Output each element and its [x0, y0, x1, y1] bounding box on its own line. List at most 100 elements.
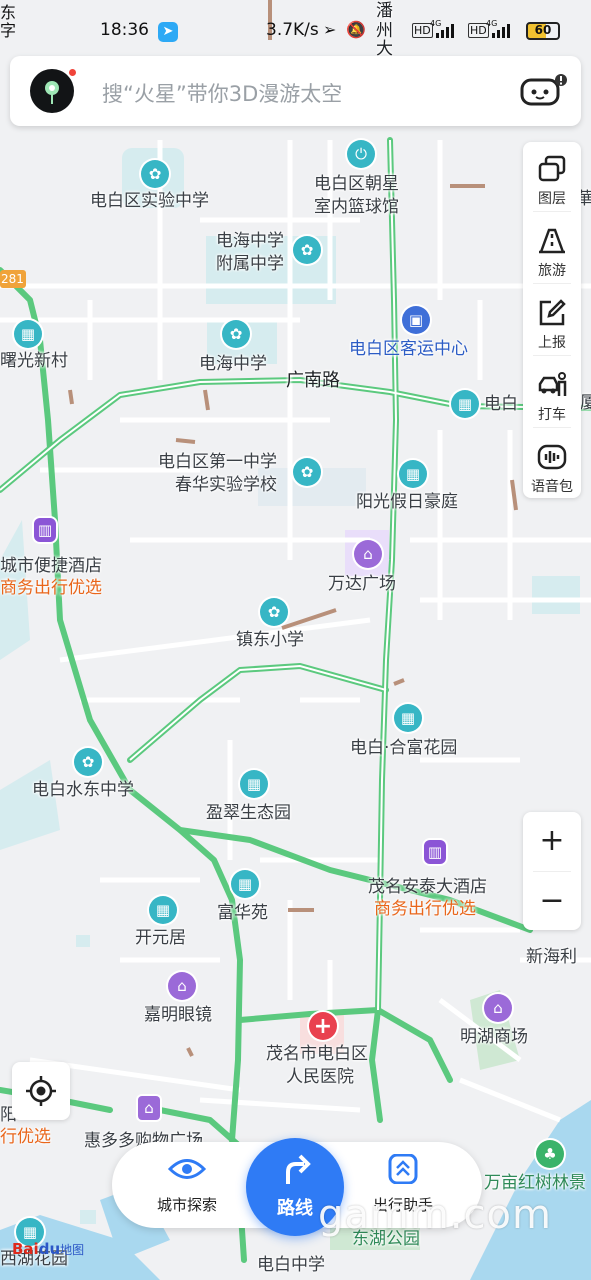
layers-label: 图层	[538, 191, 566, 207]
school-icon[interactable]: ✿	[293, 458, 321, 486]
shopping-bag-icon[interactable]: ⌂	[354, 540, 382, 568]
label-left-you[interactable]: 行优选	[0, 1126, 51, 1148]
bus-station-icon[interactable]: ▣	[402, 306, 430, 334]
map-toolbar: 图层 旅游 上报 打车 语音包	[523, 142, 581, 498]
label-diyi-2[interactable]: 春华实验学校	[175, 474, 277, 496]
school-icon[interactable]: ✿	[222, 320, 250, 348]
label-fuhua[interactable]: 富华苑	[217, 902, 268, 924]
robot-assistant-icon[interactable]	[519, 74, 567, 108]
avatar[interactable]	[30, 67, 78, 113]
label-antai[interactable]: 茂名安泰大酒店	[368, 876, 487, 898]
svg-text:4G: 4G	[486, 19, 497, 28]
residence-icon[interactable]: ▦	[394, 704, 422, 732]
label-dianbai-cut[interactable]: 电白	[484, 393, 518, 415]
school-icon[interactable]: ✿	[74, 748, 102, 776]
search-bar[interactable]: 搜“火星”带你3D漫游太空	[10, 56, 581, 126]
layers-button[interactable]: 图层	[523, 142, 581, 212]
assistant-chevron-icon	[388, 1153, 418, 1185]
label-fushu-1[interactable]: 电海中学	[216, 230, 284, 252]
label-right-cut2[interactable]: 厦	[580, 392, 591, 414]
logo-map: 地图	[60, 1243, 85, 1257]
signal-icon-1: 4G	[430, 18, 458, 45]
residence-icon[interactable]: ▦	[14, 320, 42, 348]
hotel-icon[interactable]: ▥	[424, 840, 446, 864]
zoom-in-button[interactable]: +	[523, 812, 581, 870]
label-hospital-1[interactable]: 茂名市电白区	[266, 1043, 368, 1065]
school-icon[interactable]: ✿	[293, 236, 321, 264]
label-dianbai-middle[interactable]: 电白中学	[257, 1254, 325, 1276]
zoom-out-button[interactable]: −	[523, 872, 581, 930]
eye-icon	[167, 1159, 207, 1179]
locate-me-button[interactable]	[12, 1062, 70, 1120]
zoom-control: + −	[523, 812, 581, 930]
layers-icon	[538, 155, 566, 182]
crosshair-icon	[26, 1076, 56, 1106]
route-arrow-icon	[286, 1154, 311, 1184]
location-icon: ➢	[323, 20, 337, 39]
navigation-notification-icon: ➤	[158, 22, 178, 42]
school-icon[interactable]: ✿	[141, 160, 169, 188]
shopping-bag-icon[interactable]: ⌂	[484, 994, 512, 1022]
park-icon[interactable]: ♣	[536, 1140, 564, 1168]
label-jiudian[interactable]: 城市便捷酒店	[0, 555, 102, 577]
residence-icon[interactable]: ▦	[451, 390, 479, 418]
map-canvas[interactable]: ✿ 电白区实验中学 ⏻ 电白区朝星 室内篮球馆 电海中学 附属中学 ✿ ▦ 曙光…	[0, 0, 591, 1280]
voice-pack-label: 语音包	[531, 479, 573, 495]
voice-pack-button[interactable]: 语音包	[523, 430, 581, 500]
travel-road-icon	[539, 228, 565, 254]
residence-icon[interactable]: ▦	[399, 460, 427, 488]
road-label-guangnan: 广南路	[286, 370, 340, 391]
label-jiaming[interactable]: 嘉明眼镜	[144, 1004, 212, 1026]
notification-dot	[67, 67, 78, 78]
taxi-label: 打车	[538, 407, 566, 423]
battery-icon: 60	[526, 22, 560, 40]
label-fushu-2[interactable]: 附属中学	[216, 253, 284, 275]
status-speed: 3.7K/s	[266, 20, 319, 40]
highway-badge: 281	[1, 272, 24, 286]
logo-du: du	[38, 1240, 61, 1258]
shopping-bag-icon[interactable]: ⌂	[138, 1096, 160, 1120]
label-chaoxing-2[interactable]: 室内篮球馆	[314, 196, 399, 218]
label-shangwu-left[interactable]: 商务出行优选	[0, 577, 102, 599]
gym-icon[interactable]: ⏻	[347, 140, 375, 168]
school-icon[interactable]: ✿	[260, 598, 288, 626]
label-diyi-1[interactable]: 电白区第一中学	[158, 451, 277, 473]
label-shuidong[interactable]: 电白水东中学	[32, 779, 134, 801]
label-hefu[interactable]: 电白·合富花园	[350, 737, 457, 759]
hospital-icon[interactable]: +	[309, 1012, 337, 1040]
taxi-button[interactable]: 打车	[523, 358, 581, 428]
shopping-bag-icon[interactable]: ⌂	[168, 972, 196, 1000]
label-dianhai[interactable]: 电海中学	[199, 353, 267, 375]
city-explore-label: 城市探索	[156, 1196, 217, 1214]
label-yangguang[interactable]: 阳光假日豪庭	[356, 491, 458, 513]
label-kaiyuan[interactable]: 开元居	[135, 927, 186, 949]
baidu-map-logo: Baidu地图	[12, 1240, 84, 1258]
search-input[interactable]: 搜“火星”带你3D漫游太空	[102, 78, 342, 108]
label-zhendong[interactable]: 镇东小学	[236, 629, 304, 651]
battery-level: 60	[534, 23, 552, 37]
taxi-icon	[538, 372, 567, 396]
report-button[interactable]: 上报	[523, 286, 581, 356]
voice-wave-icon	[537, 444, 567, 470]
logo-bai: Bai	[12, 1240, 39, 1258]
mute-bell-icon: 🔕	[346, 20, 366, 39]
label-hospital-2[interactable]: 人民医院	[286, 1066, 354, 1088]
residence-icon[interactable]: ▦	[231, 870, 259, 898]
label-wanda[interactable]: 万达广场	[328, 573, 396, 595]
label-keyun[interactable]: 电白区客运中心	[349, 338, 468, 360]
label-yingcui[interactable]: 盈翠生态园	[206, 802, 291, 824]
label-minghu[interactable]: 明湖商场	[460, 1026, 528, 1048]
label-wanmu[interactable]: 万亩红树林景	[484, 1172, 586, 1194]
label-shiyan[interactable]: 电白区实验中学	[90, 190, 209, 212]
label-shangwu-right[interactable]: 商务出行优选	[374, 898, 476, 920]
travel-label: 旅游	[538, 263, 566, 279]
residence-icon[interactable]: ▦	[240, 770, 268, 798]
travel-button[interactable]: 旅游	[523, 214, 581, 284]
hotel-icon[interactable]: ▥	[34, 518, 56, 542]
residence-icon[interactable]: ▦	[149, 896, 177, 924]
label-chaoxing-1[interactable]: 电白区朝星	[314, 173, 399, 195]
label-shuguang[interactable]: 曙光新村	[0, 350, 68, 372]
label-xinhaili[interactable]: 新海利	[526, 946, 577, 968]
signal-icon-2: 4G	[486, 18, 514, 45]
city-explore-button[interactable]: 城市探索	[142, 1154, 232, 1215]
